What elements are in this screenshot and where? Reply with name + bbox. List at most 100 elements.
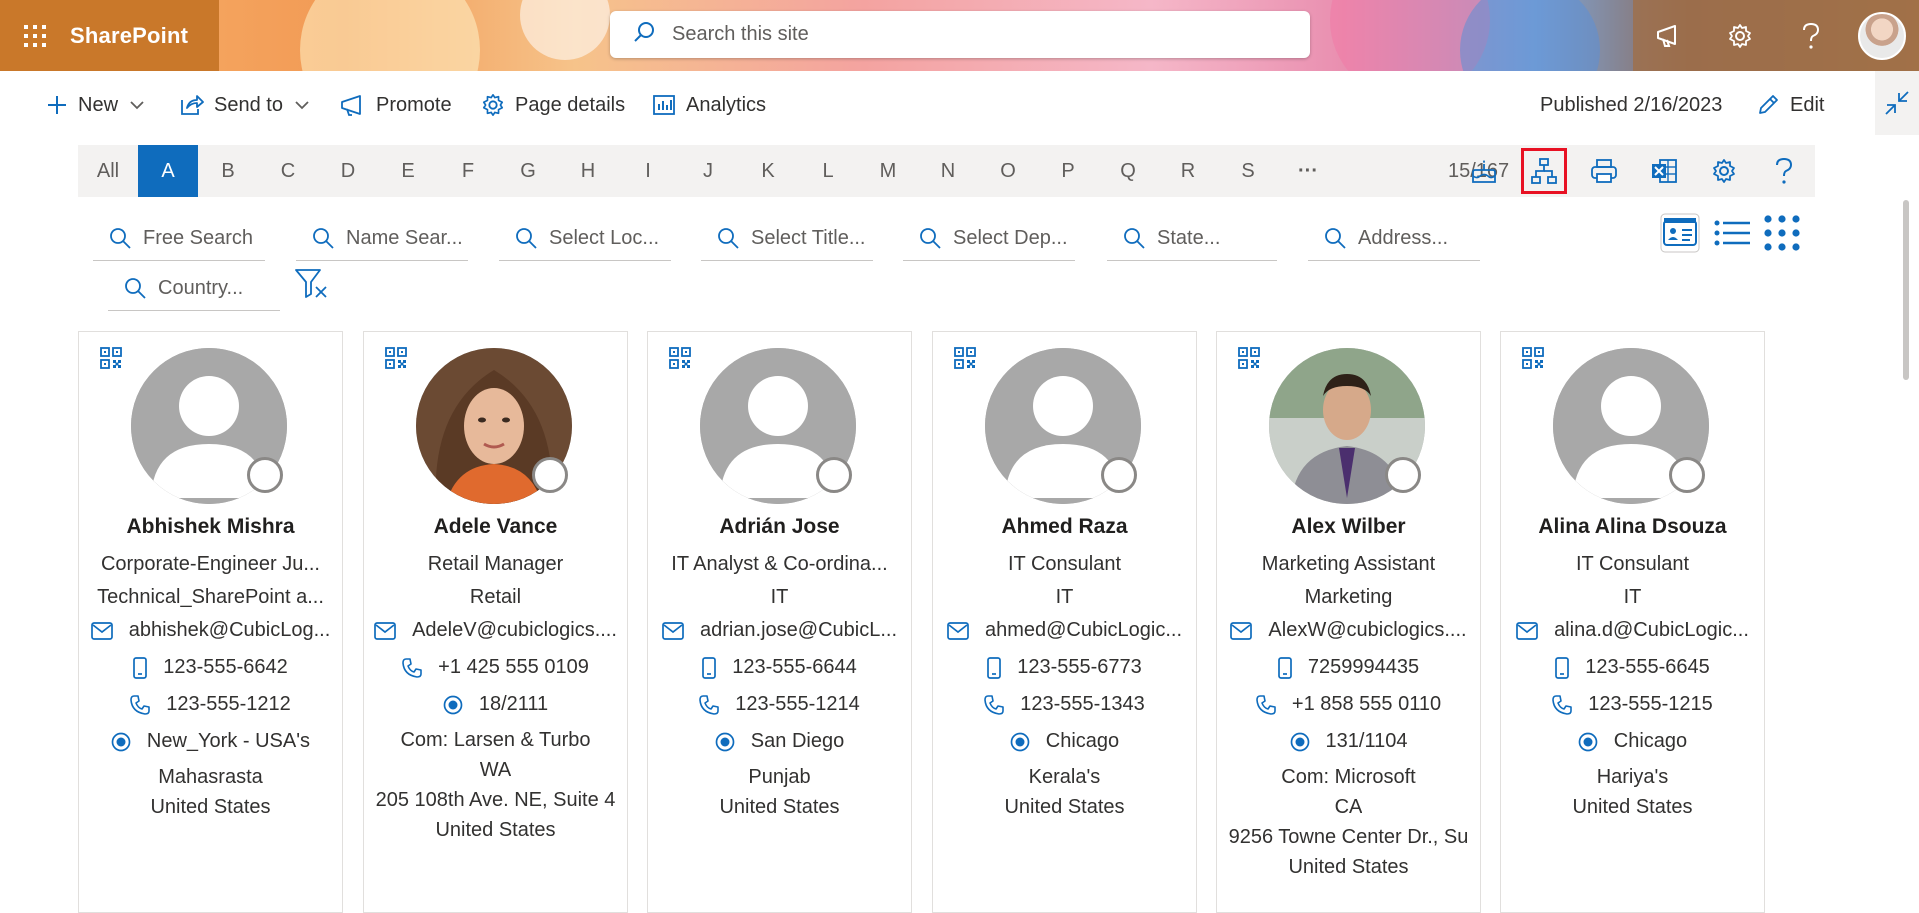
edit-button[interactable]: Edit [1756,71,1824,139]
letter-d[interactable]: D [318,145,378,197]
help-icon[interactable] [1766,153,1802,189]
person-card-4[interactable]: Alex Wilber Marketing Assistant Marketing… [1216,331,1481,913]
letter-c[interactable]: C [258,145,318,197]
letter-i[interactable]: I [618,145,678,197]
address-line-text: United States [719,796,840,818]
letter-b[interactable]: B [198,145,258,197]
list-view-icon[interactable] [1712,213,1752,258]
more-letters-button[interactable]: ··· [1278,145,1338,197]
waffle-icon[interactable] [0,0,70,71]
qr-code-icon[interactable] [99,346,123,375]
email-link[interactable]: abhishek@CubicLog... [87,619,334,642]
location-filter-field[interactable]: Select Loc... [499,216,671,261]
email-link[interactable]: adrian.jose@CubicL... [656,619,903,642]
person-card-0[interactable]: Abhishek Mishra Corporate-Engineer Ju...… [78,331,343,913]
mobile-number[interactable]: 7259994435 [1225,656,1472,679]
mobile-number[interactable]: 123-555-6644 [656,656,903,679]
phone-number[interactable]: +1 425 555 0109 [372,656,619,679]
person-card-5[interactable]: Alina Alina Dsouza IT Consulant IT alina.d… [1500,331,1765,913]
print-icon[interactable] [1586,153,1622,189]
title-filter-field[interactable]: Select Title... [701,216,873,261]
site-search-box[interactable] [610,11,1310,58]
site-search-input[interactable] [670,22,1274,47]
country-filter-field[interactable]: Country... [108,266,280,311]
gear-icon[interactable] [1704,0,1775,71]
email-link[interactable]: ahmed@CubicLogic... [941,619,1188,642]
send-to-button[interactable]: Send to [180,71,309,139]
free-search-field[interactable]: Free Search [93,216,265,261]
account-button[interactable] [1846,0,1917,71]
letter-all[interactable]: All [78,145,138,197]
location-icon [443,695,471,715]
app-name[interactable]: SharePoint [70,23,188,49]
qr-code-icon[interactable] [384,346,408,375]
phone-number[interactable]: 123-555-1212 [87,693,334,716]
email-link-text: AlexW@cubiclogics.... [1268,619,1467,641]
person-name[interactable]: Alina Alina Dsouza [1501,515,1764,539]
person-card-3[interactable]: Ahmed Raza IT Consulant IT ahmed@CubicLogi… [932,331,1197,913]
email-link-text: adrian.jose@CubicL... [699,619,898,641]
phone-number[interactable]: +1 858 555 0110 [1225,693,1472,716]
letter-s[interactable]: S [1218,145,1278,197]
person-name[interactable]: Adrián Jose [648,515,911,539]
department-filter-field[interactable]: Select Dep... [903,216,1075,261]
collapse-button[interactable] [1875,71,1919,135]
name-search-field[interactable]: Name Sear... [296,216,468,261]
letter-a[interactable]: A [138,145,198,197]
email-link[interactable]: AlexW@cubiclogics.... [1225,619,1472,642]
card-view-icon[interactable] [1660,213,1700,258]
mobile-number-text: 123-555-6773 [1017,656,1142,678]
email-link[interactable]: AdeleV@cubiclogics.... [372,619,619,642]
grid-view-icon[interactable] [1762,213,1802,258]
letter-r[interactable]: R [1158,145,1218,197]
new-button[interactable]: New [46,71,144,139]
letter-o[interactable]: O [978,145,1038,197]
qr-code-icon[interactable] [953,346,977,375]
letter-n[interactable]: N [918,145,978,197]
promote-button[interactable]: Promote [340,71,452,139]
person-name[interactable]: Adele Vance [364,515,627,539]
email-link[interactable]: alina.d@CubicLogic... [1509,619,1756,642]
letter-j[interactable]: J [678,145,738,197]
settings-icon[interactable] [1706,153,1742,189]
letter-e[interactable]: E [378,145,438,197]
phone-number[interactable]: 123-555-1215 [1509,693,1756,716]
birthday-cake-icon[interactable] [1466,153,1502,189]
letter-f[interactable]: F [438,145,498,197]
letter-q[interactable]: Q [1098,145,1158,197]
qr-code-icon[interactable] [668,346,692,375]
mobile-icon [702,656,724,679]
address-line-text: CA [1334,796,1363,818]
megaphone-icon[interactable] [1633,0,1704,71]
clear-filter-icon[interactable] [294,267,330,306]
published-status: Published 2/16/2023 [1540,71,1722,139]
edit-label: Edit [1790,93,1825,116]
letter-p[interactable]: P [1038,145,1098,197]
person-card-2[interactable]: Adrián Jose IT Analyst & Co-ordina... IT a… [647,331,912,913]
help-icon[interactable] [1775,0,1846,71]
qr-code-icon[interactable] [1237,346,1261,375]
state-filter-field[interactable]: State... [1107,216,1277,261]
letter-l[interactable]: L [798,145,858,197]
analytics-button[interactable]: Analytics [652,71,766,139]
person-card-1[interactable]: Adele Vance Retail Manager Retail AdeleV@c… [363,331,628,913]
letter-k[interactable]: K [738,145,798,197]
person-name[interactable]: Ahmed Raza [933,515,1196,539]
letter-g[interactable]: G [498,145,558,197]
person-name[interactable]: Alex Wilber [1217,515,1480,539]
excel-icon[interactable] [1646,153,1682,189]
address-filter-field[interactable]: Address... [1308,216,1480,261]
email-link-text: alina.d@CubicLogic... [1554,619,1749,641]
phone-number[interactable]: 123-555-1343 [941,693,1188,716]
mobile-number[interactable]: 123-555-6645 [1509,656,1756,679]
page-details-button[interactable]: Page details [481,71,625,139]
person-name[interactable]: Abhishek Mishra [79,515,342,539]
qr-code-icon[interactable] [1521,346,1545,375]
letter-m[interactable]: M [858,145,918,197]
mobile-number[interactable]: 123-555-6773 [941,656,1188,679]
scrollbar[interactable] [1903,200,1909,380]
mobile-number[interactable]: 123-555-6642 [87,656,334,679]
phone-number[interactable]: 123-555-1214 [656,693,903,716]
letter-h[interactable]: H [558,145,618,197]
org-chart-icon[interactable] [1521,148,1567,194]
